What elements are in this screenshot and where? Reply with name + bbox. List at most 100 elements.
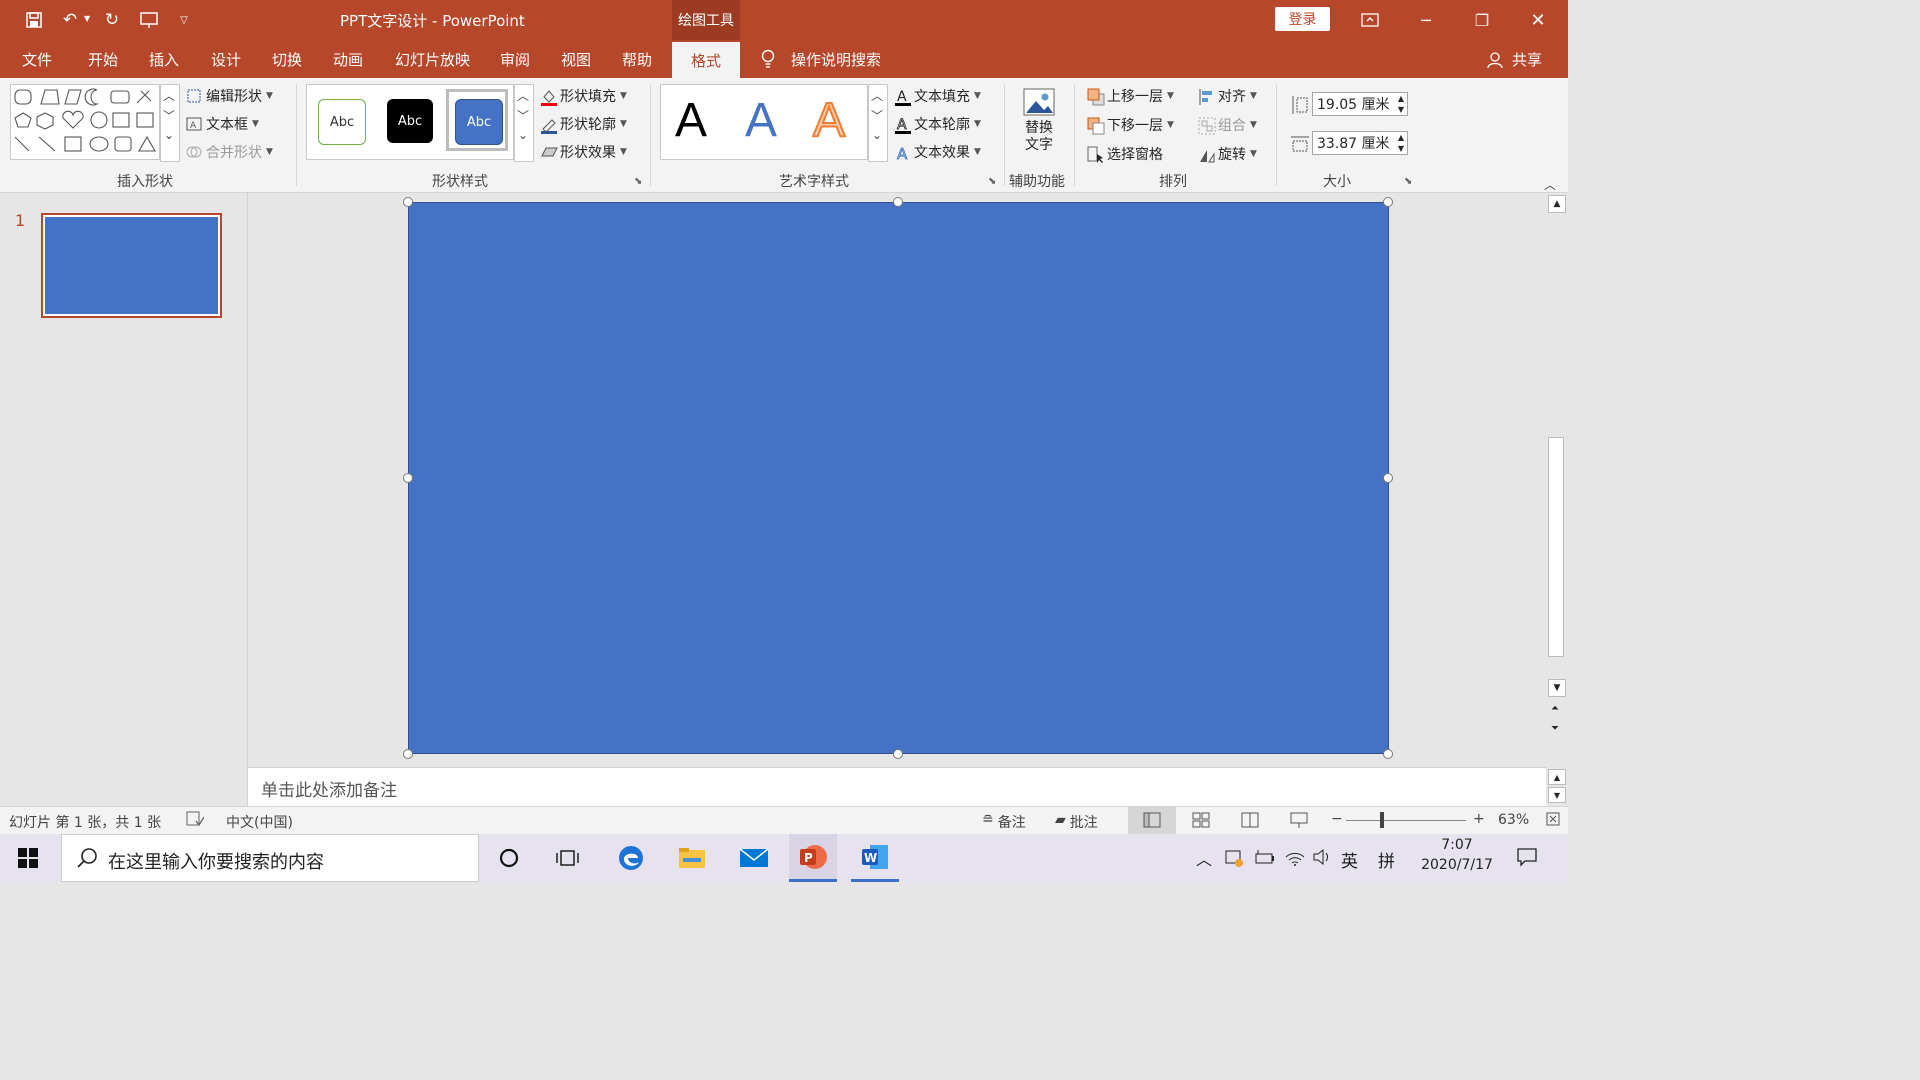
shape-effects-button[interactable]: 形状效果 ▼ — [540, 142, 627, 162]
tab-format[interactable]: 格式 — [672, 42, 740, 78]
bring-forward-button[interactable]: 上移一层 ▼ — [1087, 86, 1174, 106]
tab-review[interactable]: 审阅 — [500, 49, 530, 70]
battery-icon[interactable] — [1254, 848, 1276, 872]
spellcheck-icon[interactable] — [186, 811, 205, 831]
file-explorer-icon[interactable] — [668, 834, 716, 882]
notes-scroll-up-icon[interactable]: ▲ — [1548, 769, 1566, 785]
gallery-more-icon[interactable]: ⌄ — [161, 125, 177, 145]
ime-language-indicator[interactable]: 英 — [1341, 847, 1358, 872]
shapes-gallery[interactable] — [10, 84, 160, 160]
zoom-slider[interactable] — [1346, 820, 1466, 821]
tab-slideshow[interactable]: 幻灯片放映 — [395, 49, 470, 70]
cortana-icon[interactable] — [485, 834, 533, 882]
align-button[interactable]: 对齐 ▼ — [1198, 86, 1257, 106]
selected-rectangle-shape[interactable] — [408, 202, 1389, 754]
spin-arrows-icon[interactable]: ▲ ▼ — [1398, 132, 1404, 154]
zoom-in-icon[interactable]: + — [1473, 811, 1485, 827]
ime-mode-indicator[interactable]: 拼 — [1378, 847, 1395, 872]
word-taskbar-icon[interactable]: W — [851, 834, 899, 882]
text-effects-button[interactable]: A 文本效果 ▼ — [894, 142, 981, 164]
text-outline-button[interactable]: A 文本轮廓 ▼ — [894, 114, 981, 134]
action-center-icon[interactable] — [1516, 846, 1538, 872]
shape-styles-gallery[interactable]: Abc Abc Abc — [306, 84, 514, 160]
text-fill-button[interactable]: A 文本填充 ▼ — [894, 86, 981, 106]
resize-handle-w[interactable] — [403, 473, 413, 483]
resize-handle-sw[interactable] — [403, 749, 413, 759]
wordart-style-orange-outline[interactable]: A — [812, 94, 846, 148]
notes-scroll-down-icon[interactable]: ▼ — [1548, 787, 1566, 803]
wifi-icon[interactable] — [1285, 848, 1305, 870]
share-person-icon[interactable] — [1487, 51, 1503, 73]
gallery-up-icon[interactable]: ︿ — [161, 85, 177, 105]
gallery-up-icon[interactable]: ︿ — [515, 85, 531, 105]
resize-handle-s[interactable] — [893, 749, 903, 759]
send-backward-button[interactable]: 下移一层 ▼ — [1087, 115, 1174, 135]
rotate-button[interactable]: 旋转 ▼ — [1198, 144, 1257, 164]
notes-toggle-button[interactable]: ≘ 备注 — [982, 812, 1026, 832]
shape-styles-scroll[interactable]: ︿ ﹀ ⌄ — [514, 84, 534, 162]
wordart-style-black[interactable]: A — [675, 95, 707, 147]
resize-handle-nw[interactable] — [403, 197, 413, 207]
scroll-thumb[interactable] — [1548, 437, 1564, 657]
close-icon[interactable]: ✕ — [1518, 8, 1558, 32]
scroll-up-icon[interactable]: ▲ — [1548, 195, 1566, 213]
collapse-ribbon-icon[interactable]: ︿ — [1544, 176, 1556, 193]
present-from-start-icon[interactable] — [137, 8, 161, 32]
gallery-more-icon[interactable]: ⌄ — [515, 125, 531, 145]
tab-file[interactable]: 文件 — [22, 49, 52, 70]
tab-help[interactable]: 帮助 — [622, 49, 652, 70]
fit-slide-icon[interactable] — [1545, 811, 1561, 831]
gallery-down-icon[interactable]: ﹀ — [161, 105, 177, 125]
shapes-gallery-scroll[interactable]: ︿ ﹀ ⌄ — [160, 84, 180, 162]
resize-handle-se[interactable] — [1383, 749, 1393, 759]
task-view-icon[interactable] — [544, 834, 592, 882]
shape-fill-button[interactable]: 形状填充 ▼ — [540, 86, 627, 106]
save-icon[interactable] — [22, 8, 46, 32]
clock-area[interactable]: 7:07 2020/7/17 — [1418, 837, 1496, 873]
wordart-gallery[interactable]: A A A — [660, 84, 868, 160]
tab-transitions[interactable]: 切换 — [272, 49, 302, 70]
customize-toolbar-icon[interactable]: ▽ — [172, 8, 196, 32]
language-status[interactable]: 中文(中国) — [226, 812, 293, 832]
tab-view[interactable]: 视图 — [561, 49, 591, 70]
dialog-launcher-icon[interactable]: ⬊ — [634, 176, 642, 187]
show-hidden-icons-icon[interactable]: ︿ — [1196, 846, 1212, 870]
notes-pane[interactable]: 单击此处添加备注 — [248, 767, 1546, 806]
normal-view-button[interactable] — [1128, 807, 1176, 834]
undo-dropdown-icon[interactable]: ▼ — [84, 14, 90, 23]
login-button[interactable]: 登录 — [1275, 7, 1330, 31]
scroll-down-icon[interactable]: ▼ — [1548, 679, 1566, 697]
shape-style-black-fill[interactable]: Abc — [387, 99, 433, 143]
wordart-scroll[interactable]: ︿ ﹀ ⌄ — [868, 84, 888, 162]
tab-insert[interactable]: 插入 — [149, 49, 179, 70]
alt-text-button[interactable]: 替换 文字 — [1016, 84, 1062, 166]
tab-animations[interactable]: 动画 — [333, 49, 363, 70]
tab-design[interactable]: 设计 — [211, 49, 241, 70]
edge-browser-icon[interactable] — [607, 834, 655, 882]
zoom-out-icon[interactable]: − — [1331, 811, 1343, 827]
shape-height-input[interactable]: 19.05 厘米 ▲ ▼ — [1312, 92, 1408, 116]
edit-shape-button[interactable]: 编辑形状 ▼ — [186, 86, 273, 106]
slide-thumbnail[interactable] — [41, 213, 222, 318]
tab-home[interactable]: 开始 — [88, 49, 118, 70]
resize-handle-e[interactable] — [1383, 473, 1393, 483]
ribbon-display-options-icon[interactable] — [1350, 8, 1390, 32]
share-button[interactable]: 共享 — [1512, 49, 1542, 70]
shape-width-input[interactable]: 33.87 厘米 ▲ ▼ — [1312, 131, 1408, 155]
spin-arrows-icon[interactable]: ▲ ▼ — [1398, 93, 1404, 115]
powerpoint-taskbar-icon[interactable]: P — [789, 834, 837, 882]
restore-icon[interactable]: ❐ — [1462, 8, 1502, 32]
shape-style-green-outline[interactable]: Abc — [318, 99, 366, 145]
resize-handle-ne[interactable] — [1383, 197, 1393, 207]
vertical-scrollbar[interactable]: ▲ ▼ ⏶ ⏷ ▲ ▼ — [1546, 193, 1568, 805]
redo-icon[interactable]: ↻ — [100, 8, 124, 32]
undo-icon[interactable]: ↶ — [58, 8, 82, 32]
text-box-button[interactable]: A 文本框 ▼ — [186, 114, 259, 134]
gallery-up-icon[interactable]: ︿ — [869, 85, 885, 105]
shape-style-blue-fill[interactable]: Abc — [455, 99, 503, 145]
windows-start-icon[interactable] — [4, 834, 52, 882]
slide-sorter-view-icon[interactable] — [1192, 811, 1210, 833]
minimize-icon[interactable]: ─ — [1406, 8, 1446, 32]
wordart-style-blue[interactable]: A — [745, 95, 777, 147]
reading-view-icon[interactable] — [1241, 811, 1259, 833]
